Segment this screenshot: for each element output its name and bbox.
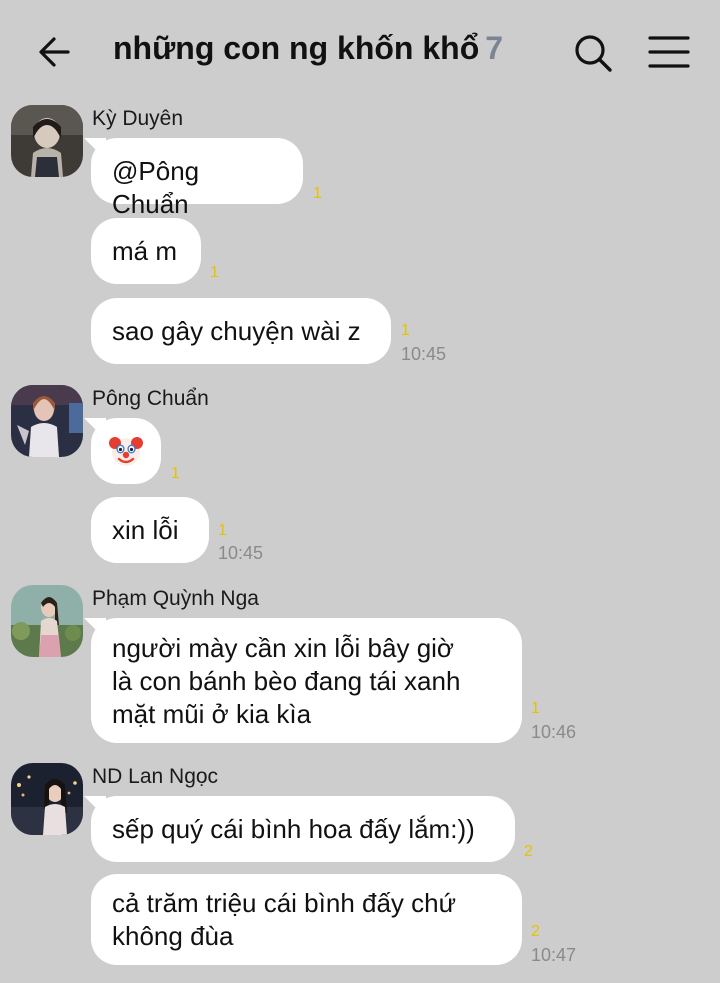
sender-name: Phạm Quỳnh Nga: [92, 587, 259, 610]
chat-header: những con ng khốn khổ 7: [0, 0, 720, 104]
unread-count: 1: [210, 264, 219, 281]
message-time: 10:46: [531, 722, 577, 742]
message-text: sếp quý cái bình hoa đấy lắm:)): [112, 814, 475, 844]
chat-title: những con ng khốn khổ 7: [113, 30, 503, 67]
message-bubble[interactable]: người mày cần xin lỗi bây giờ là con bán…: [91, 618, 522, 743]
message-time: 10:47: [531, 945, 577, 965]
unread-count: 1: [171, 465, 180, 482]
message-bubble[interactable]: @Pông Chuẩn: [91, 138, 303, 219]
message-bubble[interactable]: sao gây chuyện wài z: [91, 298, 391, 364]
sender-name: ND Lan Ngọc: [92, 765, 219, 788]
member-count: 7: [485, 30, 504, 66]
sender-name: Pông Chuẩn: [92, 387, 209, 410]
message-bubble[interactable]: sếp quý cái bình hoa đấy lắm:)): [91, 796, 515, 862]
message-time: 10:45: [401, 344, 447, 364]
avatar-pham-quynh-nga[interactable]: [11, 585, 83, 657]
message-bubble[interactable]: xin lỗi: [91, 497, 209, 563]
message-text: sao gây chuyện wài z: [112, 316, 361, 346]
avatar-nd-lan-ngoc[interactable]: [11, 763, 83, 835]
menu-button[interactable]: [646, 32, 692, 72]
message-text: @Pông Chuẩn: [112, 156, 200, 219]
clown-face-emoji: [109, 437, 143, 466]
message-text: xin lỗi: [112, 515, 179, 545]
message-line: là con bánh bèo đang tái xanh: [112, 666, 461, 696]
sender-name: Kỳ Duyên: [92, 107, 184, 130]
unread-count: 1: [401, 322, 410, 339]
message-bubble[interactable]: cả trăm triệu cái bình đấy chứ không đùa: [91, 874, 522, 965]
back-arrow-icon: [39, 37, 70, 67]
message-line: người mày cần xin lỗi bây giờ: [112, 633, 454, 663]
message-line: không đùa: [112, 921, 234, 951]
group-name: những con ng khốn khổ: [113, 30, 480, 66]
message-text: má m: [112, 236, 177, 266]
avatar-ky-duyen[interactable]: [11, 105, 83, 177]
message-bubble[interactable]: má m: [91, 218, 201, 284]
unread-count: 2: [531, 923, 540, 940]
message-bubble[interactable]: [91, 418, 161, 484]
back-button[interactable]: [32, 28, 80, 76]
search-icon: [575, 35, 612, 72]
search-button[interactable]: [570, 30, 616, 76]
unread-count: 1: [531, 700, 540, 717]
hamburger-menu-icon: [648, 36, 690, 68]
message-line: cả trăm triệu cái bình đấy chứ: [112, 888, 457, 918]
unread-count: 2: [524, 843, 533, 860]
message-time: 10:45: [218, 543, 264, 563]
avatar-pong-chuan[interactable]: [11, 385, 83, 457]
unread-count: 1: [218, 522, 227, 539]
message-line: mặt mũi ở kia kìa: [112, 699, 312, 729]
unread-count: 1: [313, 185, 322, 202]
